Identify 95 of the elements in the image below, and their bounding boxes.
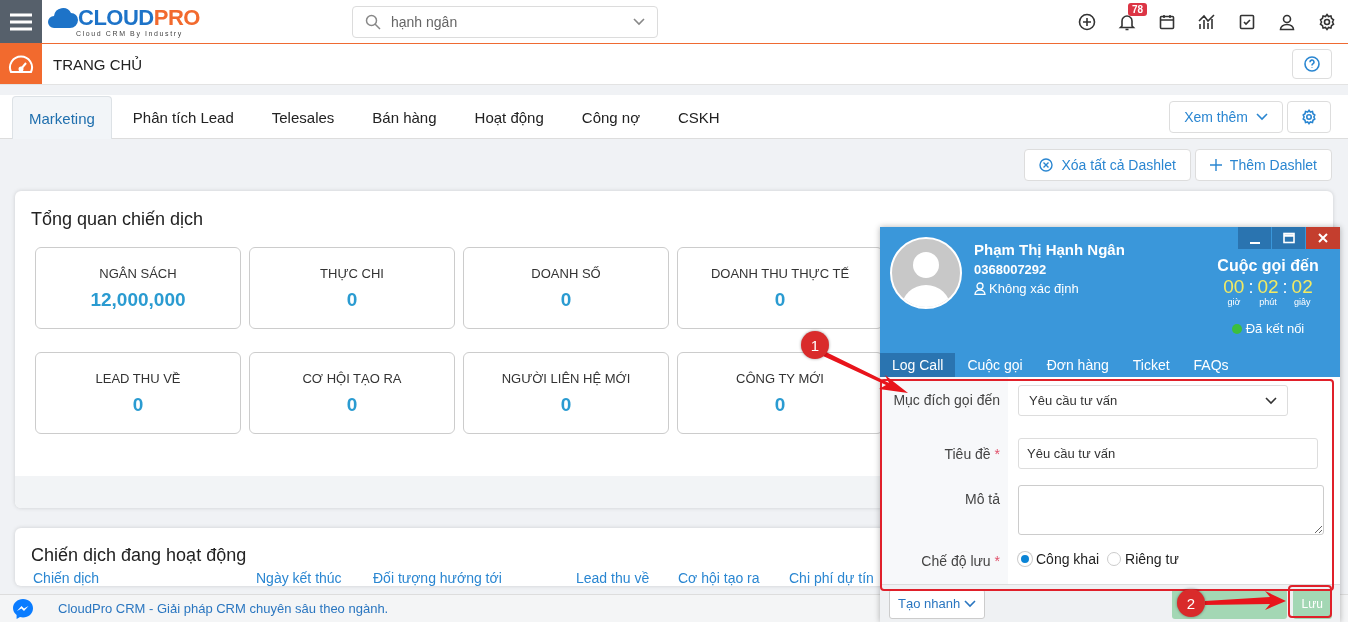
quick-create-button[interactable]: Tạo nhanh xyxy=(889,588,986,619)
column-header: Ngày kết thúc xyxy=(256,570,343,586)
dashboard-tab[interactable]: Bán hàng xyxy=(355,96,454,138)
dashboard-tab[interactable]: Hoạt động xyxy=(457,96,561,138)
menu-button[interactable] xyxy=(0,0,42,43)
caller-phone: 0368007292 xyxy=(974,262,1048,277)
footer-text: CloudPro CRM - Giải pháp CRM chuyên sâu theo ngành. xyxy=(58,601,389,616)
timer-separator: : xyxy=(1282,277,1288,297)
column-header: Đối tượng hướng tới xyxy=(373,570,503,586)
chart-icon[interactable] xyxy=(1198,12,1216,31)
maximize-icon xyxy=(1282,232,1295,244)
stat-label: CÔNG TY MỚI xyxy=(736,370,824,386)
user-icon xyxy=(974,282,986,295)
close-icon xyxy=(1318,233,1328,243)
timer-value: 02 xyxy=(1291,277,1313,297)
radio-option[interactable]: Công khai xyxy=(1018,551,1100,567)
timer-separator: : xyxy=(1248,277,1254,297)
search-field[interactable]: hạnh ngân xyxy=(352,5,658,38)
stat-value: 0 xyxy=(774,393,786,416)
menu-icon xyxy=(10,12,32,31)
checkbox-icon[interactable] xyxy=(1238,12,1256,31)
stat-label: LEAD THU VỀ xyxy=(95,370,181,386)
stat-value: 0 xyxy=(774,288,786,311)
add-dashlet-button[interactable]: Thêm Dashlet xyxy=(1194,149,1332,181)
settings-icon xyxy=(1301,108,1317,125)
brand-name: CLOUDPRO xyxy=(78,6,200,29)
user-icon[interactable] xyxy=(1278,12,1296,31)
card-title: Tổng quan chiến dịch xyxy=(30,208,205,231)
dashboard-tab[interactable]: Phân tích Lead xyxy=(115,96,251,138)
stat-label: DOANH SỐ xyxy=(531,265,601,281)
timer-unit: giờ xyxy=(1227,297,1241,307)
caller-name: Phạm Thị Hạnh Ngân xyxy=(974,241,1125,258)
chevron-down-icon xyxy=(964,599,977,608)
plus-icon xyxy=(1209,159,1222,171)
dashboard-tab[interactable]: Marketing xyxy=(12,96,112,139)
dashboard-tab[interactable]: CSKH xyxy=(661,96,737,138)
chevron-down-icon xyxy=(1265,396,1277,405)
page-title: TRANG CHỦ xyxy=(53,55,143,73)
field-label: Tiêu đề * xyxy=(943,445,1001,464)
field-label: Mô tả xyxy=(964,490,1001,509)
stat-label: THỰC CHI xyxy=(320,265,384,281)
stat-value: 0 xyxy=(132,393,144,416)
timer-value: 02 xyxy=(1257,277,1279,297)
settings-icon[interactable] xyxy=(1318,12,1336,31)
clear-dashlets-button[interactable]: Xóa tất cả Dashlet xyxy=(1024,149,1191,181)
radio-option[interactable]: Riêng tư xyxy=(1107,551,1179,567)
description-input[interactable] xyxy=(1018,485,1324,535)
stat-label: NGÂN SÁCH xyxy=(99,265,177,281)
maximize-button[interactable] xyxy=(1272,227,1306,249)
minimize-icon xyxy=(1248,242,1261,244)
dashboard-tab[interactable]: Công nợ xyxy=(564,96,657,138)
purpose-select[interactable]: Yêu cầu tư vấn xyxy=(1018,385,1288,416)
stat-value: 0 xyxy=(346,393,358,416)
field-label: Mục đích gọi đến xyxy=(892,391,1001,410)
contact-type: Không xác định xyxy=(989,281,1079,296)
bell-icon[interactable] xyxy=(1118,12,1136,31)
stat-value: 0 xyxy=(560,288,572,311)
add-icon[interactable] xyxy=(1078,12,1096,31)
popup-tab[interactable]: FAQs xyxy=(1181,353,1241,377)
chevron-down-icon xyxy=(633,17,645,26)
field-label: Chế độ lưu * xyxy=(920,552,1001,569)
cloud-logo-icon xyxy=(48,5,78,30)
close-circle-icon xyxy=(1039,158,1054,172)
minimize-button[interactable] xyxy=(1238,227,1272,249)
column-header: Cơ hội tạo ra xyxy=(678,570,761,586)
close-button[interactable] xyxy=(1306,227,1340,249)
column-header: Lead thu về xyxy=(576,570,651,586)
search-icon xyxy=(365,13,381,30)
stat-label: NGƯỜI LIÊN HỆ MỚI xyxy=(501,370,631,386)
timer-value: 00 xyxy=(1223,277,1245,297)
timer-unit: phút xyxy=(1259,297,1277,307)
settings-button[interactable] xyxy=(1287,100,1331,133)
popup-tab[interactable]: Log Call xyxy=(880,353,956,377)
stat-value: 12,000,000 xyxy=(90,288,186,311)
card-title: Chiến dịch đang hoạt động xyxy=(30,544,248,567)
status-label: Đã kết nối xyxy=(1245,321,1305,336)
help-icon xyxy=(1304,56,1320,72)
stat-label: CƠ HỘI TẠO RA xyxy=(302,370,402,386)
column-header: Chi phí dự tín xyxy=(789,570,875,586)
stat-value: 0 xyxy=(560,393,572,416)
stat-label: DOANH THU THỰC TẾ xyxy=(710,265,850,281)
call-direction: Cuộc gọi đến xyxy=(1217,257,1319,275)
dashboard-tab[interactable]: Telesales xyxy=(254,96,352,138)
column-header: Chiến dịch xyxy=(33,570,101,586)
more-button[interactable]: Xem thêm xyxy=(1169,100,1283,133)
chevron-down-icon xyxy=(1256,112,1268,121)
popup-tab[interactable]: Cuộc gọi xyxy=(955,353,1035,377)
popup-tab[interactable]: Ticket xyxy=(1120,353,1182,377)
popup-tab[interactable]: Đơn hàng xyxy=(1034,353,1121,377)
calendar-icon[interactable] xyxy=(1158,12,1176,31)
title-input[interactable]: Yêu cầu tư vấn xyxy=(1018,438,1318,469)
help-button[interactable] xyxy=(1292,49,1332,79)
timer-unit: giây xyxy=(1293,297,1311,307)
notification-badge: 78 xyxy=(1128,2,1148,16)
stat-value: 0 xyxy=(346,288,358,311)
